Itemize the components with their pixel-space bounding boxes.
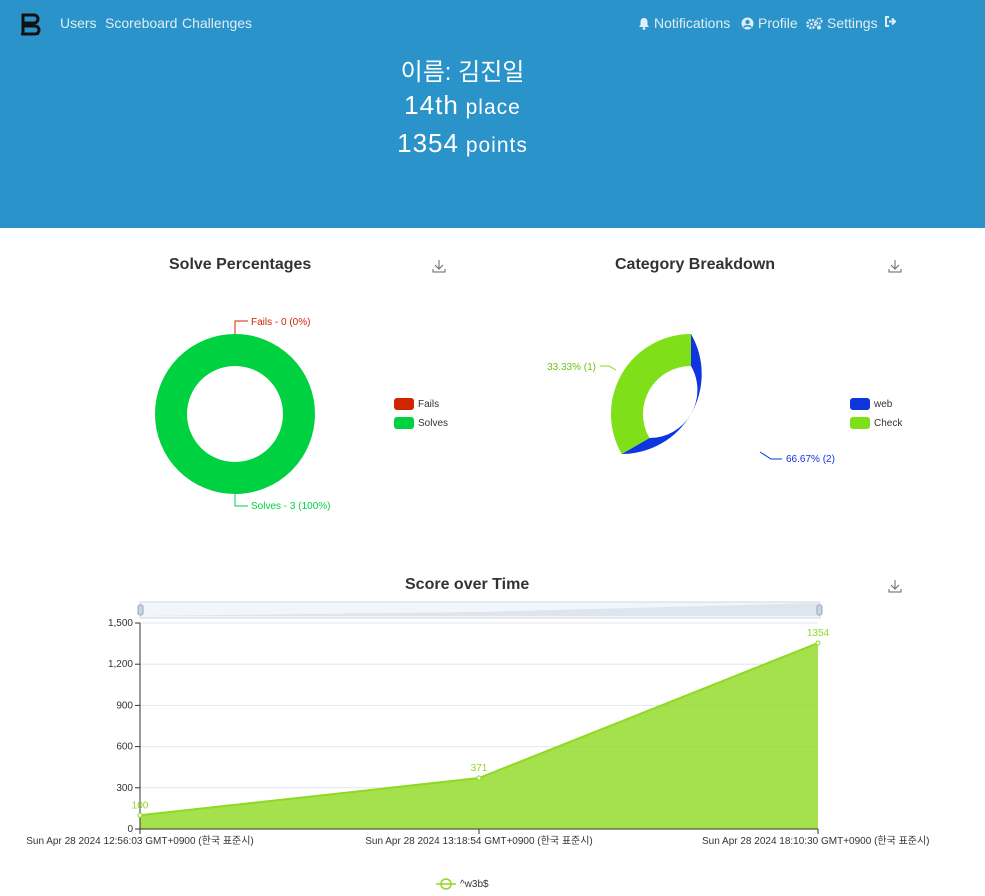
site-logo[interactable]: [18, 12, 42, 36]
nav-scoreboard-link[interactable]: Scoreboard: [105, 15, 177, 31]
x-tick-label: Sun Apr 28 2024 18:10:30 GMT+0900 (한국 표준…: [702, 835, 930, 847]
solve-percentages-chart: Fails - 0 (0%) Solves - 3 (100%) Fails S…: [155, 317, 448, 512]
sign-out-icon: [885, 16, 897, 27]
check-slice[interactable]: [610, 334, 691, 454]
solves-slice[interactable]: [155, 334, 315, 494]
y-tick-label: 1,500: [108, 618, 133, 629]
score-over-time-chart: 0 300 600 900 1,200 1,500 100 Sun Apr 28 2024 1…: [26, 601, 930, 890]
score-area: [140, 643, 818, 829]
legend-fails-swatch[interactable]: [394, 398, 414, 410]
solve-chart-title: Solve Percentages: [169, 256, 312, 273]
fails-label-line: [234, 320, 248, 334]
y-tick-label: 0: [127, 824, 133, 835]
points-number: 1354: [397, 128, 459, 158]
user-points: 1354 points: [0, 128, 925, 159]
score-point-label: 371: [471, 763, 488, 774]
profile-label: Profile: [758, 15, 798, 31]
score-point: [476, 775, 482, 781]
place-label: place: [465, 96, 521, 119]
score-point-label: 100: [132, 800, 149, 811]
nav-profile-link[interactable]: Profile: [741, 15, 798, 31]
web-label-line: [759, 451, 782, 460]
notifications-label: Notifications: [654, 15, 731, 31]
download-icon[interactable]: [432, 259, 446, 273]
user-name: 이름: 김진일: [400, 59, 525, 86]
logout-link[interactable]: [884, 15, 898, 31]
legend-web-swatch[interactable]: [850, 398, 870, 410]
check-label-line: [600, 365, 617, 371]
score-chart-title: Score over Time: [405, 576, 530, 593]
nav-challenges-link[interactable]: Challenges: [182, 15, 252, 31]
place-number: 14th: [404, 90, 459, 120]
legend-series-label[interactable]: ^w3b$: [460, 879, 489, 890]
fails-label: Fails - 0 (0%): [251, 317, 310, 328]
nav-settings-link[interactable]: Settings: [806, 15, 878, 31]
score-point-label: 1354: [807, 628, 830, 639]
y-tick-label: 600: [116, 742, 133, 753]
legend-solves-label[interactable]: Solves: [418, 418, 448, 429]
datazoom-left-handle[interactable]: [137, 604, 144, 616]
download-icon[interactable]: [888, 579, 902, 593]
datazoom-right-handle[interactable]: [816, 604, 823, 616]
user-place: 14th place: [0, 90, 925, 121]
legend-web-label[interactable]: web: [873, 399, 893, 410]
x-tick-label: Sun Apr 28 2024 13:18:54 GMT+0900 (한국 표준…: [365, 835, 593, 847]
category-breakdown-chart: 66.67% (2) 33.33% (1) web Check: [547, 334, 903, 465]
y-tick-label: 1,200: [108, 659, 133, 670]
download-icon[interactable]: [888, 259, 902, 273]
settings-label: Settings: [827, 15, 878, 31]
legend-check-swatch[interactable]: [850, 417, 870, 429]
nav-notifications-link[interactable]: Notifications: [638, 15, 730, 31]
y-tick-label: 300: [116, 783, 133, 794]
y-tick-label: 900: [116, 700, 133, 711]
web-slice-label: 66.67% (2): [786, 454, 835, 465]
category-chart-title: Category Breakdown: [615, 256, 776, 273]
user-circle-icon: [741, 17, 754, 29]
navbar: Users Scoreboard Challenges Notification…: [0, 0, 985, 46]
check-slice-label: 33.33% (1): [547, 362, 596, 373]
solves-label-line: [234, 494, 248, 507]
score-point: [137, 812, 143, 818]
profile-header: Users Scoreboard Challenges Notification…: [0, 0, 985, 228]
solves-label: Solves - 3 (100%): [251, 501, 330, 512]
score-point: [815, 640, 821, 646]
x-tick-label: Sun Apr 28 2024 12:56:03 GMT+0900 (한국 표준…: [26, 835, 254, 847]
bell-icon: [639, 17, 649, 30]
legend-solves-swatch[interactable]: [394, 417, 414, 429]
legend-fails-label[interactable]: Fails: [418, 399, 439, 410]
points-label: points: [465, 134, 528, 157]
nav-users-link[interactable]: Users: [60, 15, 97, 31]
cogs-icon: [806, 16, 823, 29]
legend-check-label[interactable]: Check: [874, 418, 903, 429]
